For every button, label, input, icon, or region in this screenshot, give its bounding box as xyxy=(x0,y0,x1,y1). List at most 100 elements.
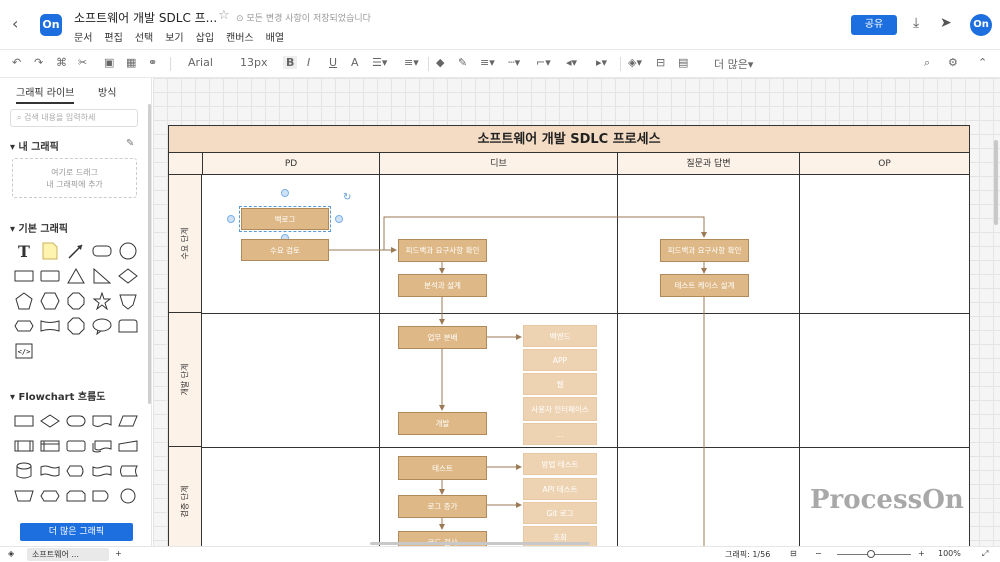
node-testing[interactable]: 테스트 xyxy=(398,456,487,480)
cloud-shape-icon[interactable] xyxy=(14,317,34,335)
node-feedback-qa[interactable]: 피드백과 요구사항 확인 xyxy=(660,239,749,262)
menu-canvas[interactable]: 캔버스 xyxy=(226,29,254,44)
wave-shape-icon[interactable] xyxy=(40,462,60,480)
menu-view[interactable]: 보기 xyxy=(165,29,183,44)
octagon-shape-icon[interactable] xyxy=(66,292,86,310)
oval-octagon-shape-icon[interactable] xyxy=(66,317,86,335)
download-icon[interactable]: ⤓ xyxy=(913,15,919,31)
decision-shape-icon[interactable] xyxy=(40,412,60,430)
note-shape-icon[interactable] xyxy=(40,242,60,260)
image-icon[interactable]: ▣ xyxy=(104,56,114,69)
resize-handle-right[interactable] xyxy=(335,215,343,223)
more-button[interactable]: 더 많은▾ xyxy=(714,56,753,72)
italic-button[interactable]: I xyxy=(307,56,310,69)
tape-shape-icon[interactable] xyxy=(92,462,112,480)
line-width-icon[interactable]: ≡▾ xyxy=(480,56,495,69)
speech-bubble-shape-icon[interactable] xyxy=(92,317,112,335)
node-task-split[interactable]: 업무 분배 xyxy=(398,326,487,349)
hexagon-shape-icon[interactable] xyxy=(40,292,60,310)
settings-icon[interactable]: ⚙ xyxy=(948,56,958,69)
align-icon[interactable]: ≡▾ xyxy=(404,56,419,69)
stored-data-shape-icon[interactable] xyxy=(118,462,138,480)
node-user-interface[interactable]: 사용자 인터페이스 xyxy=(523,397,597,421)
edit-icon[interactable]: ✎ xyxy=(126,138,134,149)
line-shape-icon[interactable] xyxy=(66,242,86,260)
code-shape-icon[interactable]: </> xyxy=(14,342,34,360)
font-color-button[interactable]: A xyxy=(351,56,359,69)
clear-format-icon[interactable]: ✂ xyxy=(78,56,87,69)
manual-input-shape-icon[interactable] xyxy=(118,437,138,455)
search-input[interactable]: ⌕ 검색 내용을 입력하세 xyxy=(10,109,138,127)
add-page-button[interactable]: + xyxy=(115,549,122,558)
find-icon[interactable]: ⌕ xyxy=(924,56,930,70)
node-api-test[interactable]: API 테스트 xyxy=(523,478,597,500)
circle-shape-icon[interactable] xyxy=(118,242,138,260)
node-git-log[interactable]: Git 로그 xyxy=(523,502,597,524)
undo-icon[interactable]: ↶ xyxy=(12,56,21,69)
share-button[interactable]: 공유 xyxy=(851,15,897,35)
drawing-canvas[interactable]: 소프트웨어 개발 SDLC 프로세스 PD 디브 질문과 답변 OP 수요 단계… xyxy=(153,78,1000,546)
collapse-icon[interactable]: ⌃ xyxy=(978,56,987,69)
document-title[interactable]: 소프트웨어 개발 SDLC 프... xyxy=(74,9,217,26)
table-icon[interactable]: ▦ xyxy=(126,56,136,69)
rotate-handle[interactable] xyxy=(281,189,289,197)
star-icon[interactable]: ☆ xyxy=(218,8,230,23)
tab-shape-icon[interactable] xyxy=(118,317,138,335)
node-requirement-review[interactable]: 수요 검토 xyxy=(241,239,329,261)
group-icon[interactable]: ▤ xyxy=(678,56,688,69)
node-development[interactable]: 개발 xyxy=(398,412,487,435)
delay-shape-icon[interactable] xyxy=(92,487,112,505)
pentagon-shape-icon[interactable] xyxy=(14,292,34,310)
connector-icon[interactable]: ⌐▾ xyxy=(536,56,551,69)
resize-handle-left[interactable] xyxy=(227,215,235,223)
text-shape-icon[interactable]: T xyxy=(14,242,34,261)
layers-icon[interactable]: ◈ xyxy=(8,549,14,558)
link-icon[interactable]: ⚭ xyxy=(148,56,157,69)
canvas-horizontal-scrollbar[interactable] xyxy=(370,542,590,545)
preparation-shape-icon[interactable] xyxy=(40,487,60,505)
banner-shape-icon[interactable] xyxy=(40,317,60,335)
drop-area[interactable]: 여기로 드래그 내 그래픽에 추가 xyxy=(12,158,137,198)
multi-document-shape-icon[interactable] xyxy=(92,437,112,455)
book-icon[interactable]: ⊟ xyxy=(790,549,797,558)
line-color-icon[interactable]: ✎ xyxy=(458,56,467,69)
menu-document[interactable]: 문서 xyxy=(74,29,92,44)
node-app[interactable]: APP xyxy=(523,349,597,371)
layer-icon[interactable]: ◈▾ xyxy=(628,56,642,69)
database-shape-icon[interactable] xyxy=(14,462,34,480)
sequential-storage-shape-icon[interactable] xyxy=(118,487,138,505)
manual-operation-shape-icon[interactable] xyxy=(14,487,34,505)
line-style-icon[interactable]: ┄▾ xyxy=(508,56,520,69)
back-icon[interactable]: ‹ xyxy=(12,14,18,33)
more-graphics-button[interactable]: 더 많은 그래픽 xyxy=(20,523,133,541)
data-shape-icon[interactable] xyxy=(118,412,138,430)
right-triangle-shape-icon[interactable] xyxy=(92,267,112,285)
line-spacing-icon[interactable]: ☰▾ xyxy=(372,56,387,69)
lock-icon[interactable]: ⊟ xyxy=(656,56,665,69)
inverted-pentagon-shape-icon[interactable] xyxy=(118,292,138,310)
underline-button[interactable]: U xyxy=(329,56,337,69)
node-feedback-dev[interactable]: 피드백과 요구사항 확인 xyxy=(398,239,487,262)
zoom-out-button[interactable]: − xyxy=(815,549,822,558)
tab-graphics-library[interactable]: 그래픽 라이브 xyxy=(16,84,75,104)
document-shape-icon[interactable] xyxy=(92,412,112,430)
rectangle-shape-icon[interactable] xyxy=(14,267,34,285)
node-backlog[interactable]: 백로그 xyxy=(239,206,331,232)
rotate-icon[interactable]: ↻ xyxy=(343,192,351,203)
diamond-shape-icon[interactable] xyxy=(118,267,138,285)
app-logo[interactable]: On xyxy=(40,14,62,36)
star-shape-icon[interactable] xyxy=(92,292,112,310)
terminator-shape-icon[interactable] xyxy=(66,412,86,430)
menu-select[interactable]: 선택 xyxy=(135,29,153,44)
node-test-case-design[interactable]: 테스트 케이스 설계 xyxy=(660,274,749,297)
loop-limit-shape-icon[interactable] xyxy=(66,487,86,505)
display-shape-icon[interactable] xyxy=(66,462,86,480)
triangle-shape-icon[interactable] xyxy=(66,267,86,285)
node-ellipsis[interactable]: ... xyxy=(523,423,597,445)
node-unit-test[interactable]: 방법 테스트 xyxy=(523,453,597,475)
font-family-select[interactable]: Arial xyxy=(188,56,213,69)
format-painter-icon[interactable]: ⌘ xyxy=(56,56,67,69)
fill-color-icon[interactable]: ◆ xyxy=(436,56,444,69)
bold-button[interactable]: B xyxy=(283,56,298,69)
arrow-end-icon[interactable]: ▸▾ xyxy=(596,56,607,69)
